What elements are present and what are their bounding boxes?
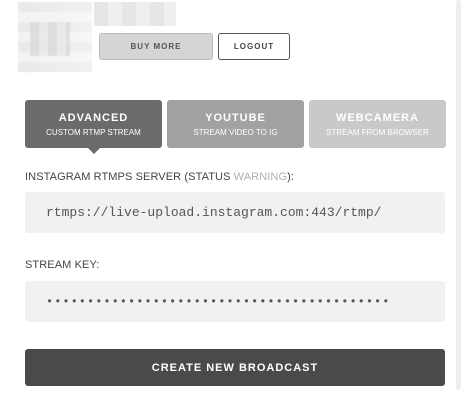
- stream-key-field[interactable]: ••••••••••••••••••••••••••••••••••••••••…: [25, 281, 445, 322]
- tab-advanced-subtitle: CUSTOM RTMP STREAM: [46, 127, 141, 137]
- scrollbar[interactable]: [456, 0, 461, 390]
- status-warning: WARNING: [233, 171, 288, 183]
- server-label-suffix: ):: [287, 171, 295, 183]
- tab-webcamera[interactable]: WEBCAMERA STREAM FROM BROWSER: [309, 100, 446, 148]
- tab-advanced[interactable]: ADVANCED CUSTOM RTMP STREAM: [25, 100, 162, 154]
- server-label: INSTAGRAM RTMPS SERVER (STATUS WARNING):: [25, 171, 294, 183]
- username-blurred: [94, 2, 176, 26]
- tab-advanced-title: ADVANCED: [58, 111, 129, 124]
- server-label-prefix: INSTAGRAM RTMPS SERVER (STATUS: [25, 171, 234, 183]
- create-broadcast-button[interactable]: CREATE NEW BROADCAST: [25, 349, 445, 386]
- stream-key-label: STREAM KEY:: [25, 259, 100, 271]
- tab-webcamera-title: WEBCAMERA: [336, 111, 419, 124]
- server-url-field[interactable]: rtmps://live-upload.instagram.com:443/rt…: [25, 192, 445, 233]
- tab-youtube[interactable]: YOUTUBE STREAM VIDEO TO IG: [167, 100, 304, 148]
- buy-more-button[interactable]: BUY MORE: [99, 33, 213, 60]
- logout-button[interactable]: LOGOUT: [218, 33, 290, 60]
- avatar: [18, 2, 92, 72]
- tab-youtube-subtitle: STREAM VIDEO TO IG: [193, 127, 278, 137]
- tab-webcamera-subtitle: STREAM FROM BROWSER: [326, 127, 429, 137]
- tab-youtube-title: YOUTUBE: [205, 111, 266, 124]
